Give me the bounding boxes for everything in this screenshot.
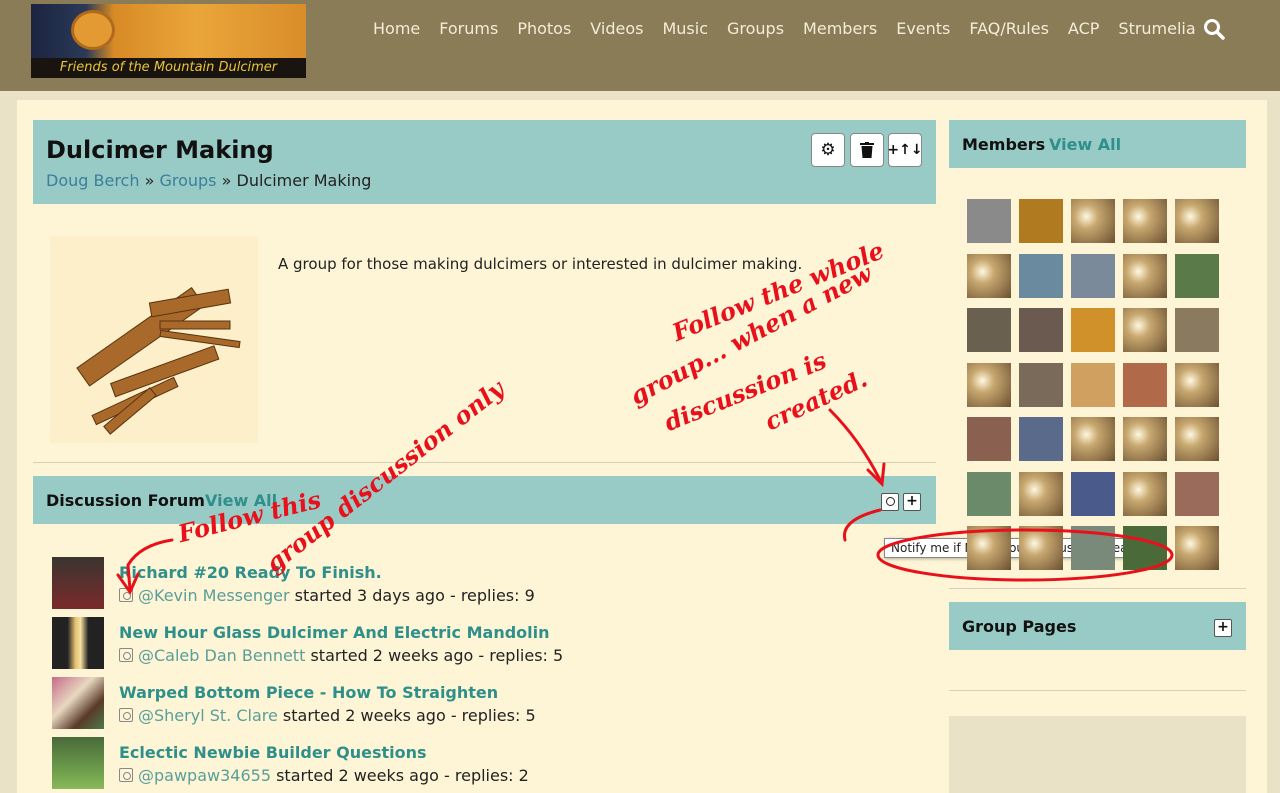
member-avatar[interactable]	[967, 526, 1011, 570]
plus-icon: +	[906, 493, 918, 509]
nav-events[interactable]: Events	[896, 18, 950, 40]
members-header: Members View All	[949, 120, 1246, 168]
nav-acp[interactable]: ACP	[1068, 18, 1099, 40]
discussion-title[interactable]: Richard #20 Ready To Finish.	[119, 563, 382, 582]
author-link[interactable]: @Sheryl St. Clare	[138, 706, 278, 725]
member-avatar[interactable]	[1019, 199, 1063, 243]
group-pages-header: Group Pages +	[949, 602, 1246, 650]
member-avatar[interactable]	[1071, 253, 1115, 298]
member-avatar[interactable]	[1019, 308, 1063, 352]
member-avatar[interactable]	[1071, 417, 1115, 461]
author-link[interactable]: @Caleb Dan Bennett	[138, 646, 305, 665]
member-avatar[interactable]	[1071, 471, 1115, 516]
nav-strumelia[interactable]: Strumelia	[1118, 18, 1195, 40]
member-avatar[interactable]	[967, 417, 1011, 461]
nav-groups[interactable]: Groups	[727, 18, 784, 40]
members-view-all-link[interactable]: View All	[1049, 135, 1121, 154]
follow-discussion-icon[interactable]	[119, 648, 133, 662]
nav-photos[interactable]: Photos	[517, 18, 571, 40]
discussion-title[interactable]: Eclectic Newbie Builder Questions	[119, 743, 427, 762]
member-avatar[interactable]	[1175, 471, 1219, 516]
member-avatar[interactable]	[1175, 253, 1219, 298]
member-avatar[interactable]	[1175, 308, 1219, 352]
breadcrumb: Doug Berch » Groups » Dulcimer Making	[46, 171, 372, 190]
sliders-icon: +↑↓	[887, 142, 923, 158]
nav-home[interactable]: Home	[373, 18, 420, 40]
member-avatar[interactable]	[967, 308, 1011, 352]
nav-members[interactable]: Members	[803, 18, 877, 40]
breadcrumb-groups[interactable]: Groups	[159, 171, 216, 190]
delete-button[interactable]	[850, 133, 884, 167]
member-avatar[interactable]	[967, 253, 1011, 298]
member-avatar[interactable]	[1019, 471, 1063, 516]
member-avatar[interactable]	[967, 362, 1011, 407]
nav-music[interactable]: Music	[662, 18, 708, 40]
discussion-forum-header: Discussion Forum View All +	[33, 476, 936, 524]
nav-videos[interactable]: Videos	[590, 18, 643, 40]
avatar[interactable]	[52, 737, 104, 789]
breadcrumb-user[interactable]: Doug Berch	[46, 171, 139, 190]
section-title: Members	[962, 135, 1046, 154]
section-title: Discussion Forum	[46, 491, 205, 510]
trash-icon	[860, 142, 874, 158]
avatar[interactable]	[52, 557, 104, 609]
section-title: Group Pages	[962, 617, 1077, 636]
avatar[interactable]	[52, 677, 104, 729]
member-avatar[interactable]	[1019, 362, 1063, 407]
member-avatar[interactable]	[1019, 526, 1063, 570]
member-avatar[interactable]	[1123, 253, 1167, 298]
author-link[interactable]: @Kevin Messenger	[138, 586, 290, 605]
follow-group-button[interactable]	[881, 493, 899, 511]
member-avatar[interactable]	[1175, 362, 1219, 407]
discussion-title[interactable]: New Hour Glass Dulcimer And Electric Man…	[119, 623, 550, 642]
follow-discussion-icon[interactable]	[119, 768, 133, 782]
follow-discussion-icon[interactable]	[119, 708, 133, 722]
member-avatar[interactable]	[967, 199, 1011, 243]
nav-forums[interactable]: Forums	[439, 18, 498, 40]
divider	[33, 462, 936, 463]
site-header: Friends of the Mountain Dulcimer Home Fo…	[0, 0, 1280, 91]
nav-faq[interactable]: FAQ/Rules	[969, 18, 1049, 40]
follow-discussion-icon[interactable]	[119, 588, 133, 602]
group-header: Dulcimer Making Doug Berch » Groups » Du…	[33, 120, 936, 204]
member-avatar[interactable]	[1071, 308, 1115, 352]
breadcrumb-current: Dulcimer Making	[236, 171, 372, 190]
member-avatar[interactable]	[1071, 199, 1115, 243]
member-avatar[interactable]	[1123, 308, 1167, 352]
group-image	[50, 236, 258, 443]
settings-button[interactable]: ⚙	[811, 133, 845, 167]
site-logo[interactable]: Friends of the Mountain Dulcimer	[31, 4, 306, 78]
page-title: Dulcimer Making	[46, 136, 274, 164]
members-grid	[967, 199, 1219, 570]
author-link[interactable]: @pawpaw34655	[138, 766, 271, 785]
gear-icon: ⚙	[820, 140, 836, 160]
member-avatar[interactable]	[1175, 417, 1219, 461]
member-avatar[interactable]	[1175, 526, 1219, 570]
member-avatar[interactable]	[1071, 362, 1115, 407]
member-avatar[interactable]	[1019, 417, 1063, 461]
member-avatar[interactable]	[1123, 471, 1167, 516]
add-discussion-button[interactable]: +	[903, 493, 921, 511]
circle-icon	[885, 497, 895, 506]
member-avatar[interactable]	[1123, 417, 1167, 461]
member-avatar[interactable]	[1123, 362, 1167, 407]
member-avatar[interactable]	[1071, 526, 1115, 570]
main-nav: Home Forums Photos Videos Music Groups M…	[373, 18, 1215, 40]
avatar[interactable]	[52, 617, 104, 669]
member-avatar[interactable]	[1019, 253, 1063, 298]
member-avatar[interactable]	[1123, 526, 1167, 570]
discussion-title[interactable]: Warped Bottom Piece - How To Straighten	[119, 683, 498, 702]
adjust-button[interactable]: +↑↓	[887, 133, 923, 167]
member-avatar[interactable]	[967, 471, 1011, 516]
member-avatar[interactable]	[1175, 199, 1219, 243]
plus-icon: +	[1217, 619, 1229, 635]
search-icon[interactable]	[1203, 18, 1225, 40]
member-avatar[interactable]	[1123, 199, 1167, 243]
group-description: A group for those making dulcimers or in…	[278, 255, 803, 273]
add-page-button[interactable]: +	[1214, 619, 1232, 637]
